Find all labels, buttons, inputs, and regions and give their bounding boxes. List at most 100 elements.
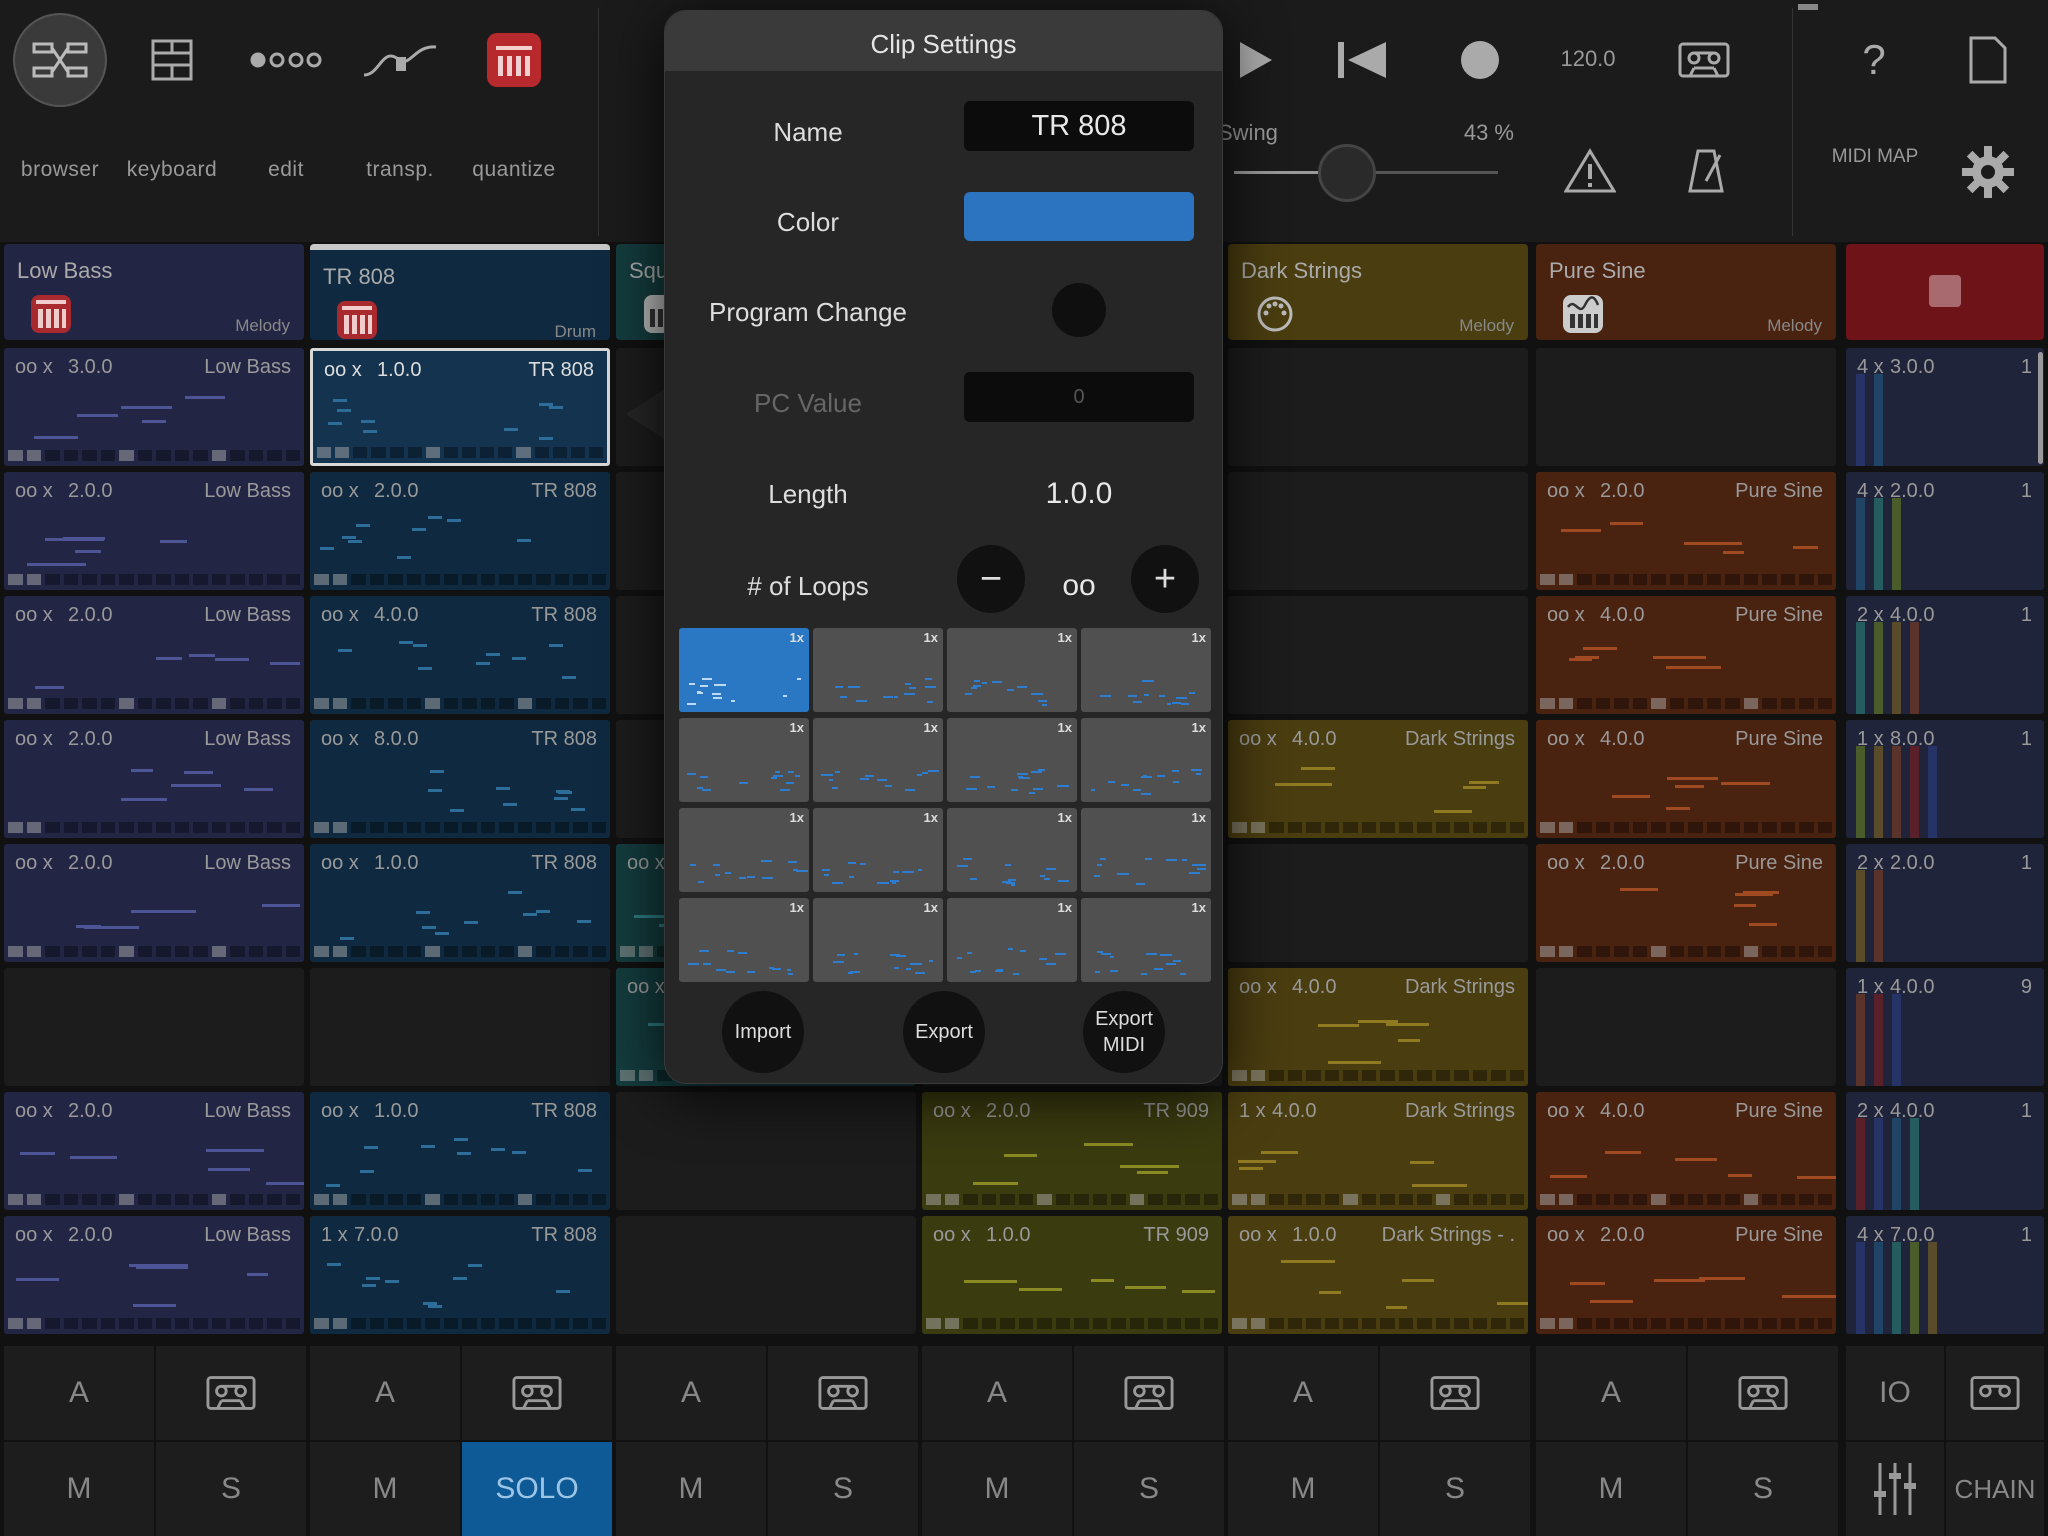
rewind-button[interactable]: [1330, 30, 1394, 90]
clip[interactable]: oo x 4.0.0 TR 808: [310, 596, 610, 714]
tempo-display[interactable]: 120.0: [1538, 46, 1638, 72]
track-header-0[interactable]: Low Bass Melody: [4, 244, 304, 340]
mute-button[interactable]: M: [1228, 1442, 1378, 1536]
pattern-slot[interactable]: 1x: [679, 718, 809, 802]
settings-button[interactable]: [1956, 140, 2020, 204]
help-button[interactable]: ?: [1844, 30, 1904, 90]
midi-map-button[interactable]: MIDI MAP: [1830, 144, 1920, 170]
pattern-slot[interactable]: 1x: [813, 808, 943, 892]
clip[interactable]: oo x 2.0.0 Pure Sine: [1536, 472, 1836, 590]
empty-clip-slot[interactable]: [1536, 348, 1836, 466]
clip[interactable]: oo x 2.0.0 Pure Sine: [1536, 844, 1836, 962]
arm-button[interactable]: A: [1536, 1346, 1686, 1440]
empty-clip-slot[interactable]: [616, 1216, 916, 1334]
mute-button[interactable]: M: [4, 1442, 154, 1536]
clip[interactable]: oo x 2.0.0 Low Bass: [4, 1092, 304, 1210]
clip[interactable]: oo x 1.0.0 Dark Strings - .: [1228, 1216, 1528, 1334]
clip[interactable]: oo x 4.0.0 Dark Strings: [1228, 968, 1528, 1086]
io-button[interactable]: IO: [1846, 1346, 1944, 1440]
scene-launch[interactable]: 4 x 2.0.0 1: [1846, 472, 2044, 590]
solo-button-active[interactable]: SOLO: [462, 1442, 612, 1536]
pc-value-field[interactable]: 0: [964, 372, 1194, 422]
loops-plus-button[interactable]: +: [1131, 545, 1199, 613]
color-swatch[interactable]: [964, 192, 1194, 241]
mixer-button[interactable]: [1846, 1442, 1944, 1536]
stop-all-header[interactable]: [1846, 244, 2044, 340]
pattern-slot[interactable]: 1x: [679, 808, 809, 892]
scene-launch[interactable]: 1 x 8.0.0 1: [1846, 720, 2044, 838]
chain-button[interactable]: CHAIN: [1946, 1442, 2044, 1536]
track-tape-button[interactable]: [1688, 1346, 1838, 1440]
clip[interactable]: oo x 4.0.0 Pure Sine: [1536, 720, 1836, 838]
empty-clip-slot[interactable]: [1228, 472, 1528, 590]
solo-button[interactable]: S: [768, 1442, 918, 1536]
pattern-slot[interactable]: 1x: [1081, 718, 1211, 802]
pattern-slot[interactable]: 1x: [947, 628, 1077, 712]
arm-button[interactable]: A: [616, 1346, 766, 1440]
track-header-1[interactable]: TR 808 Drum: [310, 244, 610, 340]
pattern-slot[interactable]: 1x: [947, 808, 1077, 892]
clip[interactable]: oo x 2.0.0 Low Bass: [4, 596, 304, 714]
mute-button[interactable]: M: [616, 1442, 766, 1536]
pattern-slot[interactable]: 1x: [813, 628, 943, 712]
pattern-slot[interactable]: 1x: [947, 898, 1077, 982]
track-tape-button[interactable]: [462, 1346, 612, 1440]
arm-button[interactable]: A: [310, 1346, 460, 1440]
clip[interactable]: 1 x 4.0.0 Dark Strings: [1228, 1092, 1528, 1210]
scene-scrollbar[interactable]: [2038, 352, 2043, 464]
track-header-5[interactable]: Pure Sine Melody: [1536, 244, 1836, 340]
pattern-slot[interactable]: 1x: [1081, 628, 1211, 712]
clip[interactable]: oo x 2.0.0 Low Bass: [4, 1216, 304, 1334]
clip[interactable]: oo x 1.0.0 TR 808: [310, 348, 610, 466]
pattern-slot[interactable]: 1x: [813, 718, 943, 802]
pattern-slot[interactable]: 1x: [679, 898, 809, 982]
empty-clip-slot[interactable]: [616, 1092, 916, 1210]
arm-button[interactable]: A: [4, 1346, 154, 1440]
pattern-slot[interactable]: 1x: [679, 628, 809, 712]
swing-slider-knob[interactable]: [1318, 144, 1376, 202]
export-midi-button[interactable]: Export MIDI: [1083, 991, 1165, 1073]
empty-clip-slot[interactable]: [4, 968, 304, 1086]
transpose-button[interactable]: transp.: [344, 0, 456, 242]
metronome-button[interactable]: [1680, 140, 1732, 202]
track-tape-button[interactable]: [1380, 1346, 1530, 1440]
document-button[interactable]: [1960, 30, 2016, 90]
edit-button[interactable]: edit: [230, 0, 342, 242]
warning-button[interactable]: [1560, 140, 1620, 202]
clip[interactable]: oo x 1.0.0 TR 808: [310, 844, 610, 962]
clip[interactable]: oo x 8.0.0 TR 808: [310, 720, 610, 838]
play-button[interactable]: [1230, 30, 1282, 90]
empty-clip-slot[interactable]: [1228, 844, 1528, 962]
scene-launch[interactable]: 1 x 4.0.0 9: [1846, 968, 2044, 1086]
track-tape-button[interactable]: [1074, 1346, 1224, 1440]
clip[interactable]: oo x 2.0.0 Low Bass: [4, 472, 304, 590]
mute-button[interactable]: M: [310, 1442, 460, 1536]
scene-launch[interactable]: 2 x 2.0.0 1: [1846, 844, 2044, 962]
clip[interactable]: oo x 4.0.0 Pure Sine: [1536, 1092, 1836, 1210]
record-button[interactable]: [1450, 30, 1510, 90]
clip[interactable]: oo x 1.0.0 TR 808: [310, 1092, 610, 1210]
scene-launch[interactable]: 4 x 7.0.0 1: [1846, 1216, 2044, 1334]
empty-clip-slot[interactable]: [1228, 348, 1528, 466]
solo-button[interactable]: S: [1688, 1442, 1838, 1536]
clip[interactable]: oo x 2.0.0 Low Bass: [4, 720, 304, 838]
export-button[interactable]: Export: [903, 991, 985, 1073]
solo-button[interactable]: S: [1380, 1442, 1530, 1536]
empty-clip-slot[interactable]: [1228, 596, 1528, 714]
loops-minus-button[interactable]: −: [957, 545, 1025, 613]
scene-launch[interactable]: 2 x 4.0.0 1: [1846, 1092, 2044, 1210]
solo-button[interactable]: S: [1074, 1442, 1224, 1536]
solo-button[interactable]: S: [156, 1442, 306, 1536]
arm-button[interactable]: A: [1228, 1346, 1378, 1440]
track-header-4[interactable]: Dark Strings Melody: [1228, 244, 1528, 340]
quantize-button[interactable]: quantize: [458, 0, 570, 242]
browser-button[interactable]: browser: [4, 0, 116, 242]
track-tape-button[interactable]: [768, 1346, 918, 1440]
empty-clip-slot[interactable]: [310, 968, 610, 1086]
arm-button[interactable]: A: [922, 1346, 1072, 1440]
clip[interactable]: oo x 2.0.0 Pure Sine: [1536, 1216, 1836, 1334]
clip[interactable]: oo x 3.0.0 Low Bass: [4, 348, 304, 466]
scene-launch[interactable]: 4 x 3.0.0 1: [1846, 348, 2044, 466]
mute-button[interactable]: M: [922, 1442, 1072, 1536]
scene-launch[interactable]: 2 x 4.0.0 1: [1846, 596, 2044, 714]
